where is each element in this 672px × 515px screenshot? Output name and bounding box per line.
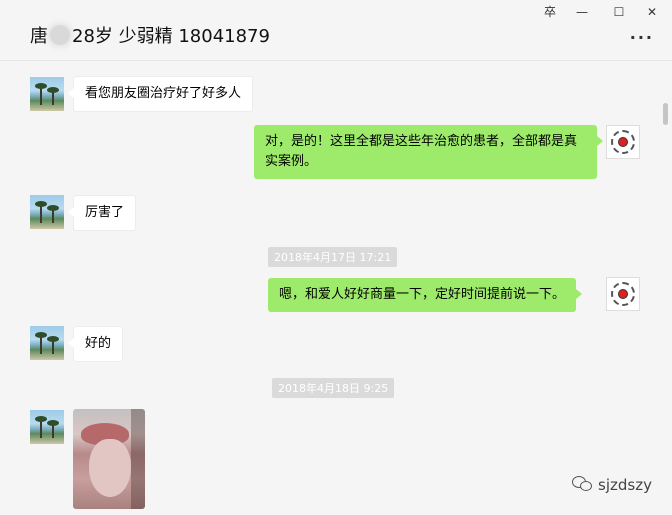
watermark-text: sjzdszy (598, 476, 652, 494)
message-timestamp: 2018年4月17日 17:21 (268, 247, 398, 267)
message-timestamp: 2018年4月18日 9:25 (272, 378, 395, 398)
maximize-icon[interactable]: ☐ (607, 3, 631, 21)
contact-avatar[interactable] (30, 77, 64, 111)
wechat-icon (572, 476, 593, 492)
my-avatar[interactable] (606, 277, 640, 311)
incoming-message[interactable]: 好的 (67, 326, 124, 362)
chat-header: 唐 28岁 少弱精 18041879 卒 — ☐ ✕ ··· (0, 0, 672, 61)
contact-avatar[interactable] (30, 410, 64, 444)
watermark: sjzdszy (572, 476, 652, 494)
chat-title: 唐 28岁 少弱精 18041879 (30, 22, 270, 48)
my-avatar[interactable] (606, 125, 640, 159)
contact-name-prefix: 唐 (30, 26, 48, 47)
scrollbar-thumb[interactable] (663, 103, 668, 125)
image-message[interactable] (73, 409, 145, 509)
redacted-name (50, 25, 70, 45)
outgoing-message[interactable]: 嗯，和爱人好好商量一下，定好时间提前说一下。 (268, 278, 583, 312)
more-icon[interactable]: ··· (630, 28, 654, 47)
pin-icon[interactable]: 卒 (538, 3, 562, 21)
incoming-message[interactable]: 厉害了 (67, 195, 137, 231)
close-icon[interactable]: ✕ (640, 3, 664, 21)
contact-avatar[interactable] (30, 195, 64, 229)
incoming-message[interactable]: 看您朋友圈治疗好了好多人 (67, 76, 254, 112)
minimize-icon[interactable]: — (570, 3, 594, 21)
contact-name-suffix: 28岁 少弱精 18041879 (72, 26, 270, 47)
outgoing-message[interactable]: 对，是的！这里全都是这些年治愈的患者，全部都是真实案例。 (254, 125, 603, 179)
contact-avatar[interactable] (30, 326, 64, 360)
